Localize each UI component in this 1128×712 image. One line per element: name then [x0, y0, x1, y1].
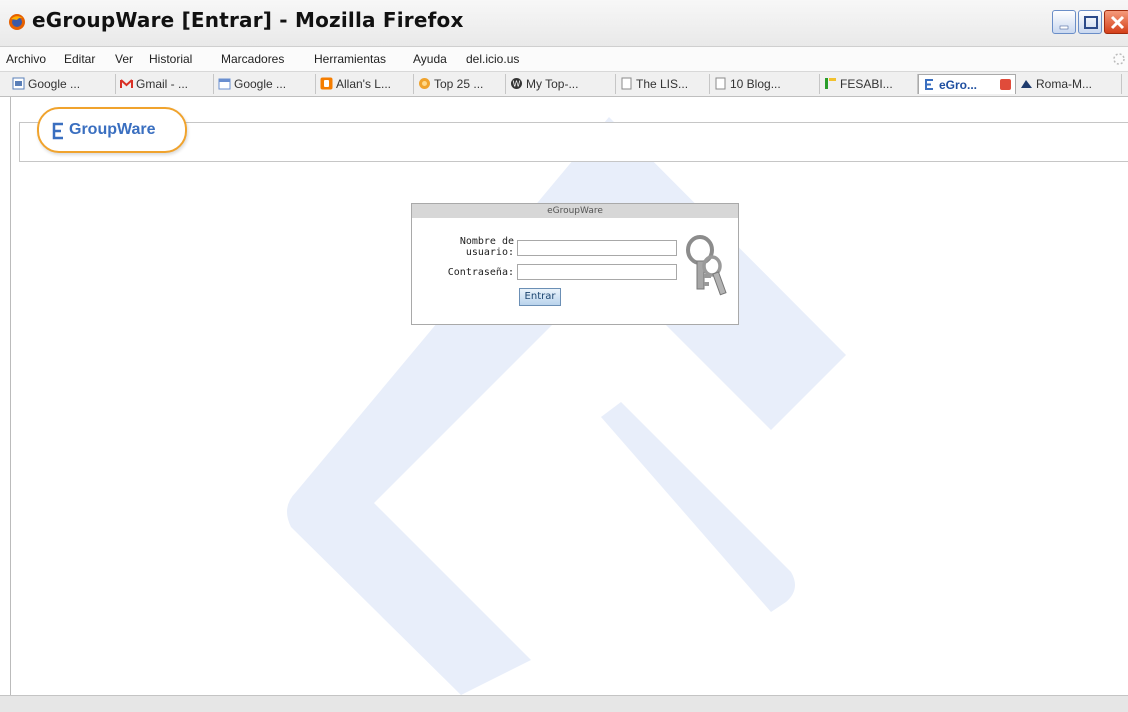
- page-viewport: GroupWare eGroupWare Nombre de usuario: …: [10, 97, 1128, 695]
- tab-label: Gmail - ...: [136, 77, 189, 91]
- tab-roma[interactable]: Roma-M...: [1016, 74, 1122, 94]
- egroupware-logo: GroupWare: [37, 107, 187, 153]
- tab-label: Allan's L...: [336, 77, 391, 91]
- egroupware-watermark-icon: [287, 117, 846, 695]
- tab-gmail[interactable]: Gmail - ...: [116, 74, 214, 94]
- tab-the-lis[interactable]: The LIS...: [616, 74, 710, 94]
- close-window-button[interactable]: [1104, 10, 1128, 34]
- tab-google-calendar[interactable]: Google ...: [214, 74, 316, 94]
- menu-marcadores[interactable]: Marcadores: [221, 52, 284, 66]
- username-field[interactable]: [517, 240, 677, 256]
- gmail-icon: [120, 79, 133, 88]
- logo-text: GroupWare: [69, 121, 156, 138]
- tab-my-top[interactable]: W My Top-...: [506, 74, 616, 94]
- page-icon: [621, 77, 632, 90]
- title-bar: eGroupWare [Entrar] - Mozilla Firefox: [0, 0, 1128, 47]
- menu-historial[interactable]: Historial: [149, 52, 192, 66]
- google-calendar-icon: [218, 78, 231, 90]
- tab-label: eGro...: [939, 78, 978, 92]
- page-icon: [715, 77, 726, 90]
- blogger-icon: [320, 77, 333, 90]
- tab-label: Google ...: [234, 77, 287, 91]
- maximize-icon: [1084, 16, 1098, 29]
- menu-editar[interactable]: Editar: [64, 52, 95, 66]
- svg-text:W: W: [513, 80, 521, 89]
- menu-delicious[interactable]: del.icio.us: [466, 52, 519, 66]
- egroupware-icon: [925, 79, 933, 90]
- tab-bar: Google ... Gmail - ... Google ... Allan'…: [0, 72, 1128, 97]
- close-tab-icon[interactable]: [1000, 79, 1011, 90]
- google-doc-icon: [12, 77, 25, 90]
- roma-icon: [1021, 80, 1032, 88]
- keys-icon: [686, 235, 727, 296]
- status-bar: [0, 695, 1128, 712]
- minimize-icon: [1059, 25, 1069, 30]
- menu-herramientas[interactable]: Herramientas: [314, 52, 386, 66]
- throbber-icon: [1113, 53, 1125, 65]
- login-panel: eGroupWare Nombre de usuario: Contraseña…: [411, 203, 739, 325]
- login-header: eGroupWare: [412, 204, 738, 218]
- tab-label: Google ...: [28, 77, 81, 91]
- login-button[interactable]: Entrar: [519, 288, 561, 306]
- tab-label: The LIS...: [636, 77, 689, 91]
- tab-fesabi[interactable]: FESABI...: [820, 74, 918, 94]
- minimize-button[interactable]: [1052, 10, 1076, 34]
- password-label: Contraseña:: [447, 267, 514, 278]
- menu-archivo[interactable]: Archivo: [6, 52, 46, 66]
- password-field[interactable]: [517, 264, 677, 280]
- window-title: eGroupWare [Entrar] - Mozilla Firefox: [32, 8, 464, 32]
- maximize-button[interactable]: [1078, 10, 1102, 34]
- menu-bar: Archivo Editar Ver Historial Marcadores …: [0, 47, 1128, 72]
- tab-egroupware[interactable]: eGro...: [918, 74, 1016, 94]
- tab-label: My Top-...: [526, 77, 579, 91]
- menu-ayuda[interactable]: Ayuda: [413, 52, 447, 66]
- tab-label: Roma-M...: [1036, 77, 1093, 91]
- fesabi-icon: [825, 78, 836, 89]
- username-label: Nombre de usuario:: [459, 236, 514, 258]
- tab-label: FESABI...: [840, 77, 893, 91]
- tab-google-docs[interactable]: Google ...: [8, 74, 116, 94]
- tab-10-blog[interactable]: 10 Blog...: [710, 74, 820, 94]
- tab-label: 10 Blog...: [730, 77, 781, 91]
- close-icon: [1110, 15, 1125, 30]
- tab-top-25[interactable]: Top 25 ...: [414, 74, 506, 94]
- egroupware-logo-icon: [52, 122, 63, 140]
- firefox-icon: [9, 14, 25, 30]
- menu-ver[interactable]: Ver: [115, 52, 133, 66]
- tab-allans[interactable]: Allan's L...: [316, 74, 414, 94]
- orange-circle-icon: [419, 78, 430, 89]
- wordpress-icon: W: [511, 78, 522, 89]
- tab-label: Top 25 ...: [434, 77, 484, 91]
